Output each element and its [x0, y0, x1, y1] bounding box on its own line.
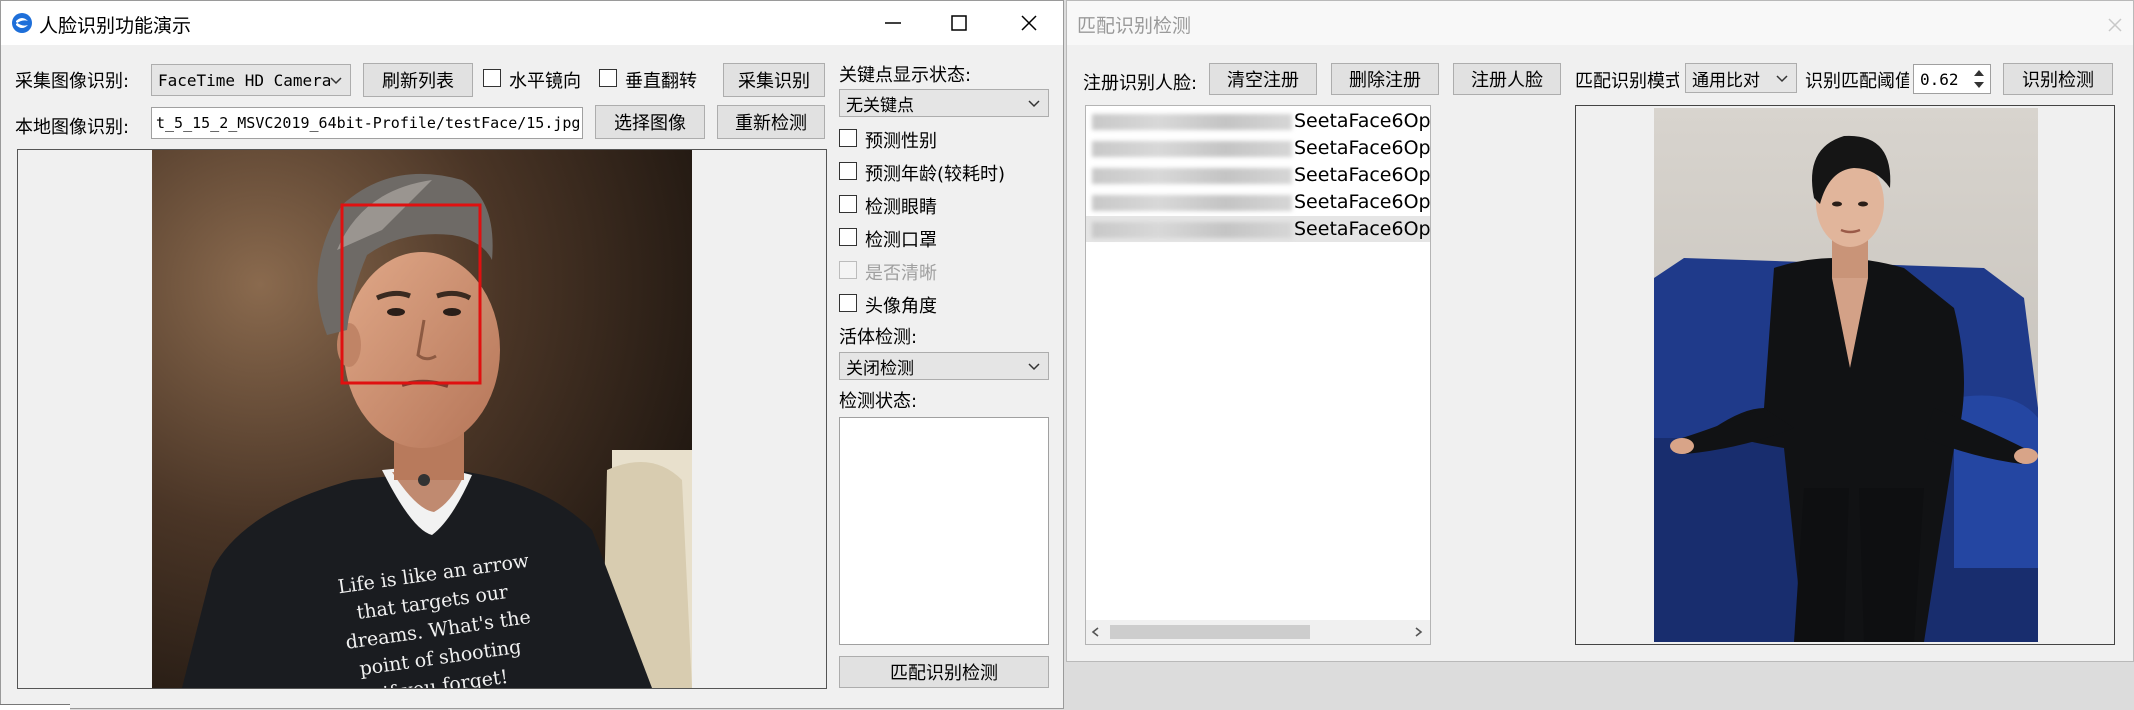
capture-label: 采集图像识别:	[15, 71, 130, 92]
vflip-label: 垂直翻转	[625, 71, 697, 92]
maximize-icon[interactable]	[947, 11, 971, 35]
liveness-label: 活体检测:	[839, 327, 918, 348]
refresh-list-button[interactable]: 刷新列表	[363, 63, 473, 97]
list-item[interactable]: SeetaFace6OpenDemo/build/De	[1092, 108, 1430, 134]
status-label: 检测状态:	[839, 391, 918, 412]
match-window-title: 匹配识别检测	[1077, 15, 1192, 37]
status-textbox[interactable]	[839, 417, 1049, 645]
detect-mask-label: 检测口罩	[865, 230, 937, 251]
registered-faces-list[interactable]: SeetaFace6OpenDemo/build/De SeetaFace6Op…	[1085, 105, 1431, 645]
predict-age-checkbox[interactable]	[839, 162, 857, 180]
clarity-label: 是否清晰	[865, 263, 937, 284]
scroll-left-icon[interactable]	[1090, 626, 1102, 638]
blurred-path	[1092, 167, 1292, 184]
chevron-down-icon	[1776, 75, 1788, 83]
scroll-right-icon[interactable]	[1412, 626, 1424, 638]
image-path-value: t_5_15_2_MSVC2019_64bit-Profile/testFace…	[156, 114, 581, 132]
taskbar-sliver	[0, 704, 70, 710]
keypoint-select-value: 无关键点	[846, 95, 914, 116]
match-image-panel	[1575, 105, 2115, 645]
detect-eyes-checkbox[interactable]	[839, 195, 857, 213]
image-display-panel: Life is like an arrow that targets our d…	[17, 149, 827, 689]
match-titlebar: 匹配识别检测	[1067, 1, 2133, 45]
list-item[interactable]: SeetaFace6OpenDemo/build/De	[1092, 162, 1430, 188]
registered-face-photo	[1654, 108, 2038, 642]
match-detect-button[interactable]: 匹配识别检测	[839, 656, 1049, 688]
close-icon[interactable]	[2103, 13, 2127, 37]
head-pose-label: 头像角度	[865, 296, 937, 317]
match-mode-select[interactable]: 通用比对	[1685, 63, 1797, 93]
clarity-checkbox	[839, 261, 857, 279]
head-pose-checkbox[interactable]	[839, 294, 857, 312]
blurred-path	[1092, 221, 1292, 238]
spin-arrows-icon[interactable]	[1972, 67, 1986, 91]
predict-gender-label: 预测性别	[865, 131, 937, 152]
chevron-down-icon	[1028, 100, 1040, 108]
camera-select[interactable]: FaceTime HD Camera	[151, 64, 351, 96]
recognize-button[interactable]: 识别检测	[2003, 63, 2113, 95]
camera-select-value: FaceTime HD Camera	[158, 70, 332, 90]
list-item[interactable]: SeetaFace6OpenDemo/build/De	[1092, 189, 1430, 215]
detect-eyes-label: 检测眼睛	[865, 197, 937, 218]
list-item-selected[interactable]: SeetaFace6OpenDemo/build/De	[1086, 216, 1430, 242]
register-face-button[interactable]: 注册人脸	[1453, 63, 1561, 95]
select-image-button[interactable]: 选择图像	[595, 105, 705, 139]
match-window: 匹配识别检测 注册识别人脸: 清空注册 删除注册 注册人脸 匹配识别模式 通用比…	[1066, 0, 2134, 662]
capture-detect-button[interactable]: 采集识别	[723, 63, 825, 97]
hflip-label: 水平镜向	[509, 71, 581, 92]
threshold-spinbox[interactable]: 0.62	[1913, 64, 1991, 94]
threshold-label: 识别匹配阈值	[1805, 71, 1909, 92]
clear-registration-button[interactable]: 清空注册	[1209, 63, 1317, 95]
close-icon[interactable]	[1017, 11, 1041, 35]
predict-gender-checkbox[interactable]	[839, 129, 857, 147]
blurred-path	[1092, 140, 1292, 157]
threshold-value: 0.62	[1920, 69, 1959, 89]
app-logo-icon	[12, 13, 32, 33]
liveness-select[interactable]: 关闭检测	[839, 352, 1049, 380]
list-item[interactable]: SeetaFace6OpenDemo/build/De	[1092, 135, 1430, 161]
match-mode-label: 匹配识别模式	[1575, 71, 1679, 92]
main-window: 人脸识别功能演示 采集图像识别: FaceTime HD Camera 刷新列表…	[0, 0, 1064, 709]
delete-registration-button[interactable]: 删除注册	[1331, 63, 1439, 95]
horizontal-scrollbar[interactable]	[1086, 620, 1430, 644]
main-window-title: 人脸识别功能演示	[39, 15, 192, 37]
redetect-button[interactable]: 重新检测	[717, 105, 825, 139]
hflip-checkbox[interactable]	[483, 69, 501, 87]
register-label: 注册识别人脸:	[1083, 73, 1198, 94]
image-path-input[interactable]: t_5_15_2_MSVC2019_64bit-Profile/testFace…	[151, 107, 583, 139]
minimize-icon[interactable]	[881, 11, 905, 35]
detect-mask-checkbox[interactable]	[839, 228, 857, 246]
match-mode-value: 通用比对	[1692, 70, 1760, 91]
liveness-select-value: 关闭检测	[846, 358, 914, 379]
predict-age-label: 预测年龄(较耗时)	[865, 164, 1006, 185]
chevron-down-icon	[330, 77, 342, 85]
blurred-path	[1092, 194, 1292, 211]
chevron-down-icon	[1028, 363, 1040, 371]
keypoint-select[interactable]: 无关键点	[839, 89, 1049, 117]
scrollbar-thumb[interactable]	[1110, 625, 1310, 639]
keypoint-label: 关键点显示状态:	[839, 65, 972, 86]
local-image-label: 本地图像识别:	[15, 117, 130, 138]
detected-face-photo: Life is like an arrow that targets our d…	[152, 150, 692, 688]
vflip-checkbox[interactable]	[599, 69, 617, 87]
main-titlebar: 人脸识别功能演示	[1, 1, 1063, 45]
blurred-path	[1092, 113, 1292, 130]
